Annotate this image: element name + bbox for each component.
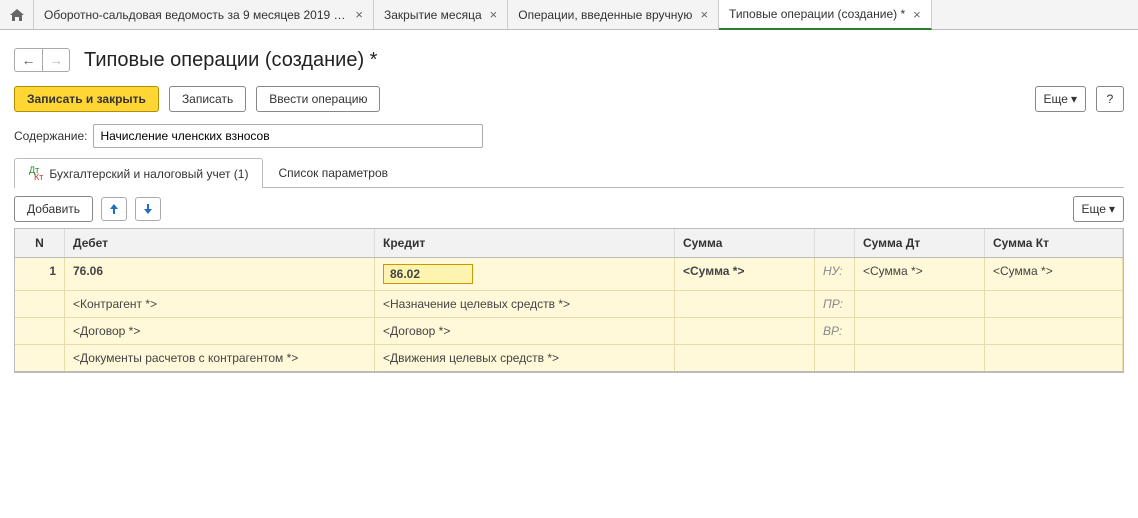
header: ← → Типовые операции (создание) * xyxy=(0,30,1138,82)
save-and-close-button[interactable]: Записать и закрыть xyxy=(14,86,159,112)
more-button[interactable]: Еще ▾ xyxy=(1035,86,1086,112)
move-up-button[interactable] xyxy=(101,197,127,221)
col-debit: Дебет xyxy=(65,229,375,257)
cell-sum xyxy=(675,345,815,371)
cell-sumdt xyxy=(855,291,985,317)
add-button[interactable]: Добавить xyxy=(14,196,93,222)
tab-0[interactable]: Оборотно-сальдовая ведомость за 9 месяце… xyxy=(34,0,374,29)
nav-buttons: ← → xyxy=(14,48,70,72)
cell-credit-subconto[interactable]: <Договор *> xyxy=(375,318,675,344)
cell-sumdt xyxy=(855,318,985,344)
cell-sumdt[interactable]: <Сумма *> xyxy=(855,258,985,290)
cell-n xyxy=(15,345,65,371)
close-icon[interactable]: × xyxy=(700,7,708,22)
cell-debit-subconto[interactable]: <Документы расчетов с контрагентом *> xyxy=(65,345,375,371)
grid-more-button[interactable]: Еще ▾ xyxy=(1073,196,1124,222)
col-sumkt: Сумма Кт xyxy=(985,229,1123,257)
entries-grid: N Дебет Кредит Сумма Сумма Дт Сумма Кт 1… xyxy=(14,228,1124,373)
close-icon[interactable]: × xyxy=(355,7,363,22)
table-row[interactable]: 1 76.06 86.02 <Сумма *> НУ: <Сумма *> <С… xyxy=(15,258,1123,291)
tab-accounting-label: Бухгалтерский и налоговый учет (1) xyxy=(49,167,248,181)
tab-label: Оборотно-сальдовая ведомость за 9 месяце… xyxy=(44,8,347,22)
inner-tabstrip: ДтКт Бухгалтерский и налоговый учет (1) … xyxy=(14,158,1124,188)
tab-accounting[interactable]: ДтКт Бухгалтерский и налоговый учет (1) xyxy=(14,158,263,188)
nav-back-button[interactable]: ← xyxy=(14,48,42,72)
window-tabbar: Оборотно-сальдовая ведомость за 9 месяце… xyxy=(0,0,1138,30)
tab-1[interactable]: Закрытие месяца × xyxy=(374,0,508,29)
move-down-button[interactable] xyxy=(135,197,161,221)
close-icon[interactable]: × xyxy=(913,7,921,22)
grid-body: 1 76.06 86.02 <Сумма *> НУ: <Сумма *> <С… xyxy=(15,258,1123,372)
cell-n xyxy=(15,318,65,344)
tab-3[interactable]: Типовые операции (создание) * × xyxy=(719,0,932,30)
more-label: Еще xyxy=(1082,202,1106,216)
tab-label: Типовые операции (создание) * xyxy=(729,7,905,21)
home-button[interactable] xyxy=(0,0,34,29)
chevron-down-icon: ▾ xyxy=(1071,92,1077,106)
close-icon[interactable]: × xyxy=(490,7,498,22)
cell-sum xyxy=(675,291,815,317)
cell-debit-account[interactable]: 76.06 xyxy=(65,258,375,290)
cell-sumkt xyxy=(985,318,1123,344)
cell-flag: ВР: xyxy=(815,318,855,344)
cell-flag: НУ: xyxy=(815,258,855,290)
help-button[interactable]: ? xyxy=(1096,86,1124,112)
cell-flag xyxy=(815,345,855,371)
col-sumdt: Сумма Дт xyxy=(855,229,985,257)
debit-credit-icon: ДтКт xyxy=(29,167,43,181)
col-sum: Сумма xyxy=(675,229,815,257)
cell-sumkt xyxy=(985,291,1123,317)
tab-label: Закрытие месяца xyxy=(384,8,482,22)
tab-params[interactable]: Список параметров xyxy=(263,158,403,187)
cell-credit-subconto[interactable]: <Назначение целевых средств *> xyxy=(375,291,675,317)
cell-sum[interactable]: <Сумма *> xyxy=(675,258,815,290)
cell-n: 1 xyxy=(15,258,65,290)
page-title: Типовые операции (создание) * xyxy=(84,49,377,72)
enter-operation-button[interactable]: Ввести операцию xyxy=(256,86,380,112)
col-n: N xyxy=(15,229,65,257)
content-field-row: Содержание: xyxy=(0,120,1138,158)
cell-sumdt xyxy=(855,345,985,371)
nav-forward-button[interactable]: → xyxy=(42,48,70,72)
content-label: Содержание: xyxy=(14,129,87,143)
cell-sum xyxy=(675,318,815,344)
chevron-down-icon: ▾ xyxy=(1109,202,1115,216)
cell-credit-account[interactable]: 86.02 xyxy=(375,258,675,290)
command-bar: Записать и закрыть Записать Ввести опера… xyxy=(0,82,1138,120)
save-button[interactable]: Записать xyxy=(169,86,246,112)
table-row[interactable]: <Договор *> <Договор *> ВР: xyxy=(15,318,1123,345)
cell-credit-subconto[interactable]: <Движения целевых средств *> xyxy=(375,345,675,371)
cell-debit-subconto[interactable]: <Договор *> xyxy=(65,318,375,344)
content-input[interactable] xyxy=(93,124,483,148)
cell-n xyxy=(15,291,65,317)
tab-2[interactable]: Операции, введенные вручную × xyxy=(508,0,719,29)
tab-label: Операции, введенные вручную xyxy=(518,8,692,22)
credit-account-input[interactable]: 86.02 xyxy=(383,264,473,284)
col-credit: Кредит xyxy=(375,229,675,257)
cell-flag: ПР: xyxy=(815,291,855,317)
col-flag xyxy=(815,229,855,257)
tab-params-label: Список параметров xyxy=(278,166,388,180)
table-row[interactable]: <Документы расчетов с контрагентом *> <Д… xyxy=(15,345,1123,372)
cell-debit-subconto[interactable]: <Контрагент *> xyxy=(65,291,375,317)
cell-sumkt xyxy=(985,345,1123,371)
cell-sumkt[interactable]: <Сумма *> xyxy=(985,258,1123,290)
table-row[interactable]: <Контрагент *> <Назначение целевых средс… xyxy=(15,291,1123,318)
grid-header-row: N Дебет Кредит Сумма Сумма Дт Сумма Кт xyxy=(15,228,1123,258)
more-label: Еще xyxy=(1044,92,1068,106)
grid-toolbar: Добавить Еще ▾ xyxy=(0,188,1138,228)
